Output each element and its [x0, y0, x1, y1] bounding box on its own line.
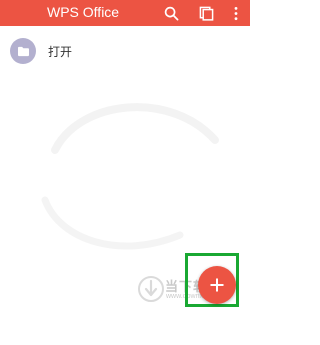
downxia-logo-icon — [138, 276, 164, 302]
new-document-fab-button[interactable] — [198, 266, 236, 304]
plus-icon — [210, 278, 224, 292]
wps-office-screen: WPS Office 打开 www.downxia.com — [0, 0, 250, 345]
